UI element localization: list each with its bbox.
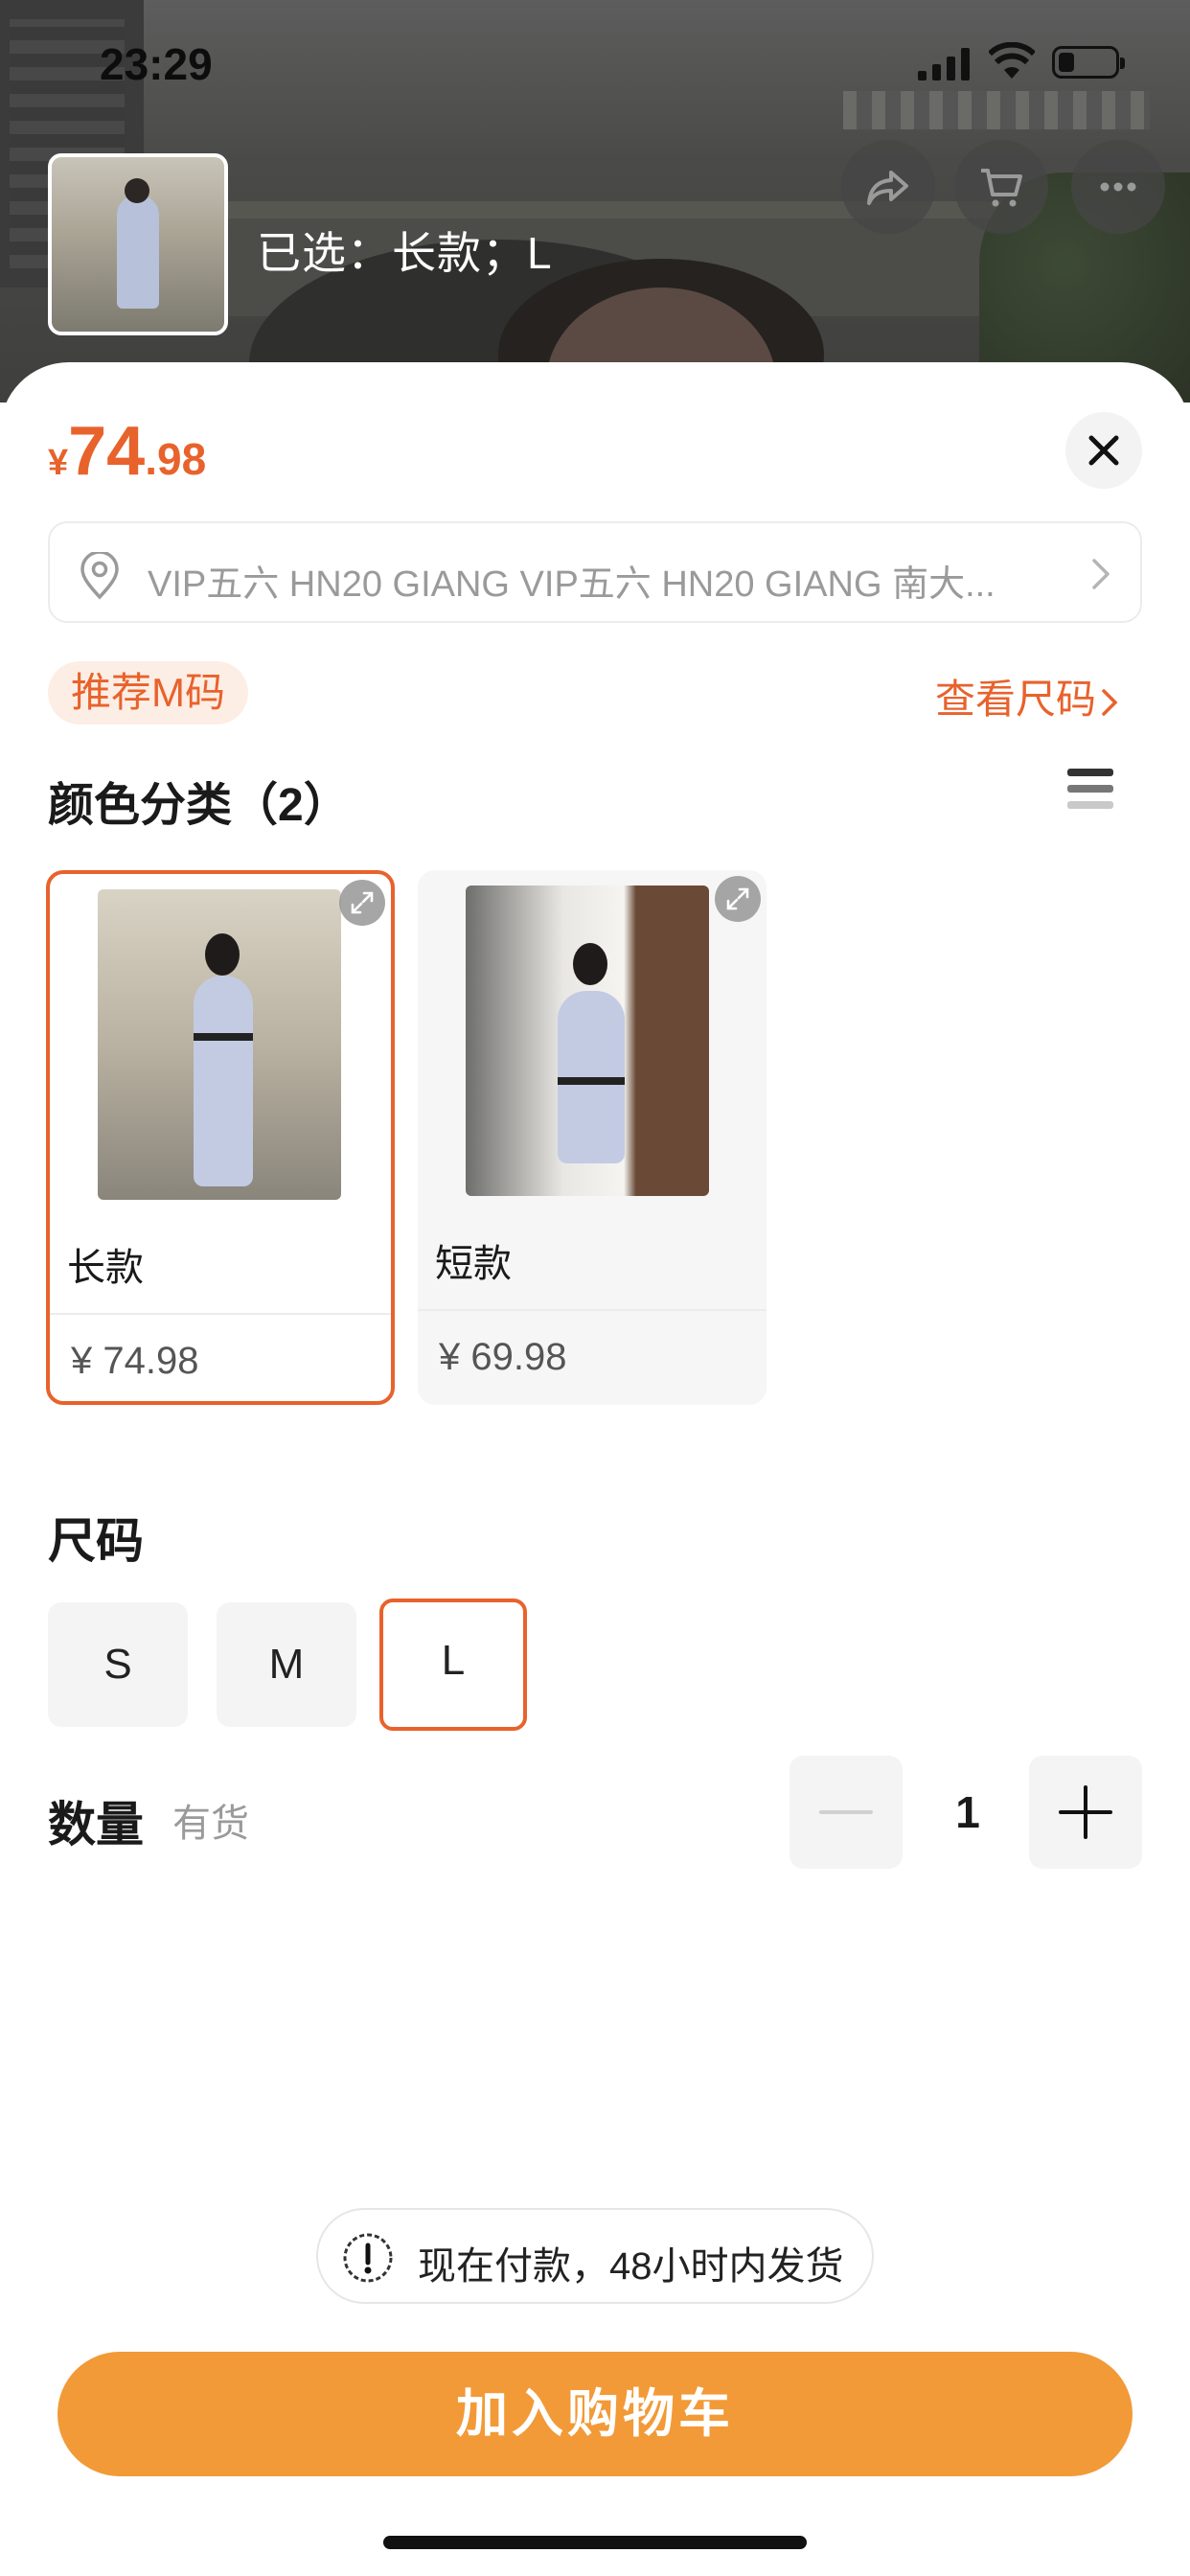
location-pin-icon [80, 552, 119, 600]
head-shape [205, 933, 240, 976]
size-chart-label: 查看尺码 [935, 677, 1097, 722]
size-section-title: 尺码 [48, 1514, 144, 1568]
color-section-title: 颜色分类（2） [48, 780, 350, 831]
price-integer: 74 [68, 413, 146, 490]
price: ¥74.98 [48, 412, 206, 491]
shipping-notice: 现在付款，48小时内发货 [316, 2208, 874, 2304]
size-chart-link[interactable]: 查看尺码 [935, 667, 1121, 725]
quantity-decrease-button[interactable] [790, 1756, 903, 1869]
selected-product-thumbnail[interactable] [48, 153, 228, 335]
shipping-notice-text: 现在付款，48小时内发货 [418, 2245, 844, 2288]
more-icon [1100, 182, 1136, 192]
recommended-size-badge: 推荐M码 [48, 661, 248, 724]
quantity-label: 数量 [48, 1798, 144, 1852]
expand-icon [726, 887, 749, 910]
info-exclamation-icon [343, 2233, 393, 2283]
color-option-image [466, 886, 709, 1196]
shipping-address-text: VIP五六 HN20 GIANG VIP五六 HN20 GIANG 南大... [148, 564, 995, 605]
price-decimal: .98 [145, 434, 207, 484]
add-to-cart-button[interactable]: 加入购物车 [57, 2352, 1133, 2476]
thumbnail-head [125, 178, 149, 203]
more-button[interactable] [1071, 140, 1165, 234]
color-option-name: 短款 [435, 1243, 512, 1285]
home-indicator [383, 2536, 807, 2549]
status-time: 23:29 [100, 39, 213, 89]
color-option-price: ¥ 69.98 [439, 1336, 567, 1378]
chevron-right-icon [1092, 559, 1110, 589]
selected-variant-text: 已选：长款；L [257, 228, 553, 278]
list-view-toggle-icon[interactable] [1067, 769, 1113, 816]
size-option-m[interactable]: M [217, 1602, 356, 1727]
dress-shape [194, 976, 253, 1186]
expand-icon [351, 891, 374, 914]
cart-icon [981, 169, 1022, 207]
share-icon [867, 171, 908, 205]
thumbnail-dress [117, 196, 159, 309]
expand-image-button[interactable] [339, 880, 385, 926]
cellular-signal-icon [918, 48, 970, 80]
status-bar: 23:29 [0, 0, 1190, 115]
belt-shape [558, 1077, 625, 1085]
card-divider [418, 1309, 767, 1311]
size-option-s[interactable]: S [48, 1602, 188, 1727]
shipping-address-selector[interactable]: VIP五六 HN20 GIANG VIP五六 HN20 GIANG 南大... [48, 521, 1142, 623]
chevron-right-icon [1102, 689, 1118, 716]
price-currency: ¥ [48, 443, 69, 483]
minus-icon [819, 1810, 873, 1814]
color-option-price: ¥ 74.98 [71, 1340, 199, 1382]
head-shape [573, 943, 607, 985]
cart-button[interactable] [954, 140, 1048, 234]
battery-icon [1052, 46, 1125, 79]
quantity-value[interactable]: 1 [945, 1786, 991, 1838]
quantity-increase-button[interactable] [1029, 1756, 1142, 1869]
stock-status: 有货 [172, 1803, 249, 1845]
expand-image-button[interactable] [715, 876, 761, 922]
wifi-icon [989, 42, 1035, 79]
close-icon [1088, 435, 1119, 466]
color-option-card[interactable]: 短款 ¥ 69.98 [418, 870, 767, 1405]
close-button[interactable] [1065, 412, 1142, 489]
color-option-card[interactable]: 长款 ¥ 74.98 [46, 870, 395, 1405]
color-option-name: 长款 [67, 1247, 144, 1289]
size-option-l[interactable]: L [379, 1598, 527, 1731]
card-divider [50, 1313, 391, 1315]
share-button[interactable] [841, 140, 935, 234]
belt-shape [194, 1033, 253, 1041]
color-option-image [98, 889, 341, 1200]
plus-icon [1059, 1785, 1112, 1839]
